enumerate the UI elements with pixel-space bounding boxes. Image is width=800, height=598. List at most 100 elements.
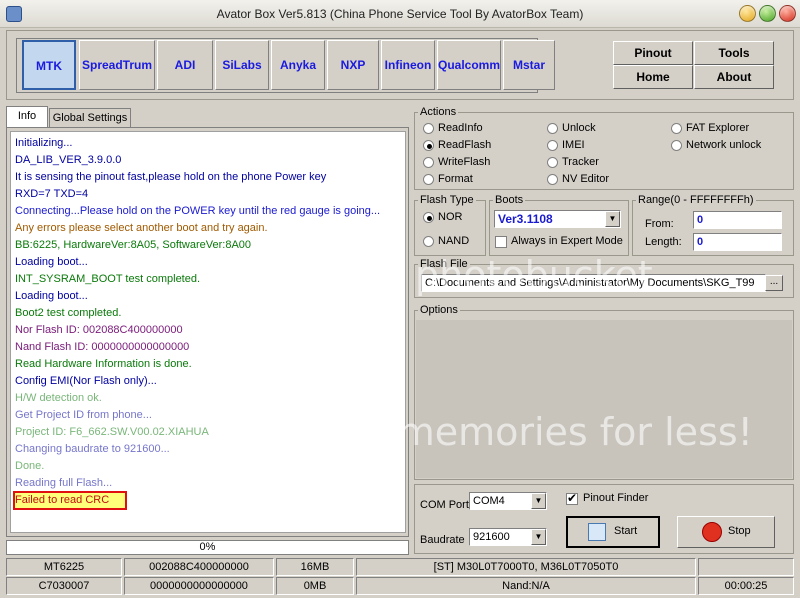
minimize-button[interactable] [739,5,756,22]
status-flash-id: 002088C400000000 [124,558,274,576]
range-from-input[interactable]: 0 [693,211,782,229]
log-line: RXD=7 TXD=4 [15,188,89,200]
range-label: Range(0 - FFFFFFFFh) [636,194,756,207]
chevron-down-icon[interactable]: ▼ [531,493,546,509]
tab-global-settings[interactable]: Global Settings [49,108,131,127]
log-line: H/W detection ok. [15,392,102,404]
radio-label: Format [438,173,473,185]
range-from-label: From: [645,218,674,230]
status-nand-id: 0000000000000000 [124,577,274,595]
expert-mode-label: Always in Expert Mode [511,235,623,247]
status-timer: 00:00:25 [698,577,794,595]
stop-icon [702,522,722,542]
options-area [416,320,792,478]
status-flash-model: [ST] M30L0T7000T0, M36L0T7050T0 [356,558,696,576]
vendor-tab-mstar[interactable]: Mstar [503,40,555,90]
vendor-tab-adi[interactable]: ADI [157,40,213,90]
log-line: It is sensing the pinout fast,please hol… [15,171,327,183]
radio-label: WriteFlash [438,156,491,168]
stop-button[interactable]: Stop [677,516,775,548]
radio-label: Network unlock [686,139,762,151]
radio-nv-editor[interactable] [547,174,558,185]
radio-label: Unlock [562,122,596,134]
log-line-error: Failed to read CRC [15,494,110,506]
status-size: 16MB [276,558,354,576]
actions-label: Actions [418,106,459,119]
radio-label: Tracker [562,156,599,168]
start-icon [588,523,606,541]
browse-button[interactable]: ... [765,275,783,291]
radio-nor[interactable] [423,212,434,223]
radio-fat-explorer[interactable] [671,123,682,134]
log-line: Read Hardware Information is done. [15,358,192,370]
radio-readinfo[interactable] [423,123,434,134]
chevron-down-icon[interactable]: ▼ [605,211,620,227]
radio-format[interactable] [423,174,434,185]
log-line: Boot2 test completed. [15,307,122,319]
log-line: Connecting...Please hold on the POWER ke… [15,205,381,217]
maximize-button[interactable] [759,5,776,22]
status-id: C7030007 [6,577,122,595]
baudrate-label: Baudrate [420,534,465,546]
log-line: Nor Flash ID: 002088C400000000 [15,324,183,336]
radio-label: IMEI [562,139,585,151]
pinout-finder-label: Pinout Finder [583,492,649,504]
log-output[interactable]: Initializing... DA_LIB_VER_3.9.0.0 It is… [10,131,406,533]
radio-label: ReadFlash [438,139,492,151]
radio-writeflash[interactable] [423,157,434,168]
vendor-tab-qualcomm[interactable]: Qualcomm [437,40,501,90]
radio-label: NOR [438,211,463,223]
window-title: Avator Box Ver5.813 (China Phone Service… [216,7,584,21]
options-label: Options [418,304,460,317]
tools-button[interactable]: Tools [694,41,774,65]
log-line: Done. [15,460,45,472]
radio-readflash[interactable] [423,140,434,151]
chevron-down-icon[interactable]: ▼ [531,529,546,545]
tab-info[interactable]: Info [6,106,48,127]
radio-unlock[interactable] [547,123,558,134]
pinout-button[interactable]: Pinout [613,41,693,65]
range-length-label: Length: [645,236,682,248]
radio-tracker[interactable] [547,157,558,168]
watermark-slogan: r memories for less! [370,410,753,454]
home-button[interactable]: Home [613,65,693,89]
log-line: Nand Flash ID: 0000000000000000 [15,341,190,353]
log-line: Get Project ID from phone... [15,409,152,421]
vendor-tab-silabs[interactable]: SiLabs [215,40,269,90]
log-line: Changing baudrate to 921600... [15,443,170,455]
status-extra [698,558,794,576]
radio-imei[interactable] [547,140,558,151]
vendor-tab-spreadtrum[interactable]: SpreadTrum [79,40,155,90]
boots-select[interactable]: Ver3.1108 [494,210,621,228]
radio-nand[interactable] [423,236,434,247]
radio-label: ReadInfo [438,122,483,134]
log-line: INT_SYSRAM_BOOT test completed. [15,273,201,285]
radio-network-unlock[interactable] [671,140,682,151]
radio-label: NAND [438,235,470,247]
log-line: DA_LIB_VER_3.9.0.0 [15,154,122,166]
about-button[interactable]: About [694,65,774,89]
flash-type-label: Flash Type [418,194,476,207]
watermark-logo: photobucket [415,253,653,297]
status-chip: MT6225 [6,558,122,576]
log-line: Loading boot... [15,290,88,302]
log-line: Reading full Flash... [15,477,113,489]
vendor-tab-anyka[interactable]: Anyka [271,40,325,90]
pinout-finder-checkbox[interactable] [566,491,578,505]
log-line: Initializing... [15,137,73,149]
log-line: Any errors please select another boot an… [15,222,268,234]
log-line: Project ID: F6_662.SW.V00.02.XIAHUA [15,426,209,438]
start-button[interactable]: Start [566,516,660,548]
status-nand-size: 0MB [276,577,354,595]
boots-label: Boots [493,194,526,207]
vendor-tab-mtk[interactable]: MTK [22,40,76,90]
progress-bar: 0% [6,540,409,555]
vendor-tab-nxp[interactable]: NXP [327,40,379,90]
expert-mode-checkbox[interactable] [495,236,507,248]
range-length-input[interactable]: 0 [693,233,782,251]
log-line: BB:6225, HardwareVer:8A05, SoftwareVer:8… [15,239,252,251]
close-button[interactable] [779,5,796,22]
radio-label: NV Editor [562,173,610,185]
vendor-tab-infineon[interactable]: Infineon [381,40,435,90]
status-nand: Nand:N/A [356,577,696,595]
